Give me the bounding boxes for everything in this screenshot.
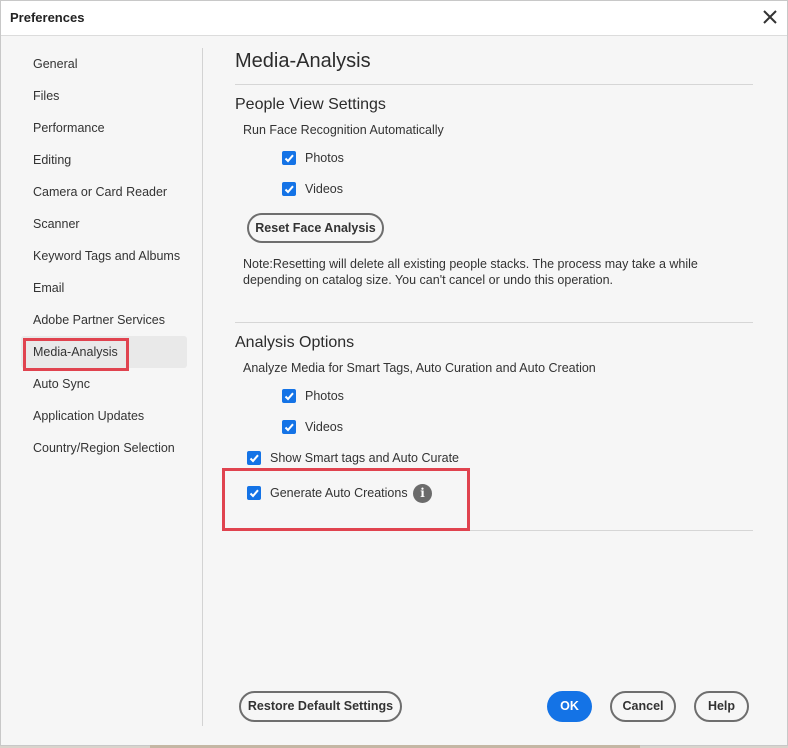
ok-button[interactable]: OK [547,691,592,722]
title-bar: Preferences [1,1,787,36]
sidebar-item-media-analysis[interactable]: Media-Analysis [21,336,187,368]
sidebar-item-label: Media-Analysis [33,345,118,359]
sidebar-item-application-updates[interactable]: Application Updates [21,400,187,432]
sidebar-item-adobe-partner-services[interactable]: Adobe Partner Services [21,304,187,336]
info-icon[interactable]: i [413,484,432,503]
checkbox-checked [247,451,261,465]
help-button[interactable]: Help [694,691,749,722]
checkbox-label: Videos [305,182,343,196]
sidebar-item-auto-sync[interactable]: Auto Sync [21,368,187,400]
title-divider [235,84,753,85]
face-recognition-label: Run Face Recognition Automatically [243,123,444,137]
face-videos-checkbox[interactable]: Videos [282,182,343,196]
checkbox-label: Videos [305,420,343,434]
sidebar-item-label: Editing [33,153,72,167]
sidebar-item-label: Email [33,281,65,295]
checkmark-icon [284,392,294,401]
analysis-options-heading: Analysis Options [235,334,355,351]
sidebar-item-label: Scanner [33,217,80,231]
checkbox-label: Photos [305,389,344,403]
sidebar-item-email[interactable]: Email [21,272,187,304]
checkbox-checked [282,420,296,434]
sidebar-item-performance[interactable]: Performance [21,112,187,144]
sidebar-item-label: Files [33,89,60,103]
reset-face-analysis-button[interactable]: Reset Face Analysis [247,213,384,243]
sidebar-item-label: General [33,57,78,71]
checkmark-icon [284,423,294,432]
cancel-button[interactable]: Cancel [610,691,676,722]
checkmark-icon [249,489,259,498]
checkbox-checked [247,486,261,500]
window-title: Preferences [10,10,85,25]
close-button[interactable] [761,8,779,26]
checkmark-icon [249,454,259,463]
people-view-heading: People View Settings [235,96,386,113]
sidebar-item-camera-card-reader[interactable]: Camera or Card Reader [21,176,187,208]
auto-creations-checkbox[interactable]: Generate Auto Creations [247,486,408,500]
analysis-videos-checkbox[interactable]: Videos [282,420,343,434]
face-photos-checkbox[interactable]: Photos [282,151,344,165]
sidebar-nav: General Files Performance Editing Camera… [21,48,187,464]
sidebar-item-general[interactable]: General [21,48,187,80]
vertical-divider [202,48,203,726]
checkbox-label: Show Smart tags and Auto Curate [270,451,459,465]
checkmark-icon [284,185,294,194]
sidebar-item-editing[interactable]: Editing [21,144,187,176]
preferences-dialog: Preferences General Files Performance Ed… [0,0,788,746]
sidebar-item-label: Application Updates [33,409,145,423]
close-icon [763,10,777,24]
sidebar-item-label: Keyword Tags and Albums [33,249,181,263]
page-title: Media-Analysis [235,50,371,72]
smart-tags-checkbox[interactable]: Show Smart tags and Auto Curate [247,451,459,465]
sidebar-item-country-region[interactable]: Country/Region Selection [21,432,187,464]
analyze-media-label: Analyze Media for Smart Tags, Auto Curat… [243,361,596,375]
sidebar-item-files[interactable]: Files [21,80,187,112]
checkbox-label: Generate Auto Creations [270,486,408,500]
section-divider [235,322,753,323]
checkbox-checked [282,182,296,196]
checkmark-icon [284,154,294,163]
sidebar-item-label: Performance [33,121,105,135]
checkbox-label: Photos [305,151,344,165]
sidebar-item-label: Country/Region Selection [33,441,175,455]
sidebar-item-keyword-tags-albums[interactable]: Keyword Tags and Albums [21,240,187,272]
sidebar-item-label: Camera or Card Reader [33,185,168,199]
reset-note: Note:Resetting will delete all existing … [243,257,698,287]
restore-defaults-button[interactable]: Restore Default Settings [239,691,402,722]
checkbox-checked [282,151,296,165]
section-end-divider [235,530,753,531]
checkbox-checked [282,389,296,403]
sidebar-item-label: Auto Sync [33,377,90,391]
analysis-photos-checkbox[interactable]: Photos [282,389,344,403]
sidebar-item-scanner[interactable]: Scanner [21,208,187,240]
sidebar-item-label: Adobe Partner Services [33,313,166,327]
